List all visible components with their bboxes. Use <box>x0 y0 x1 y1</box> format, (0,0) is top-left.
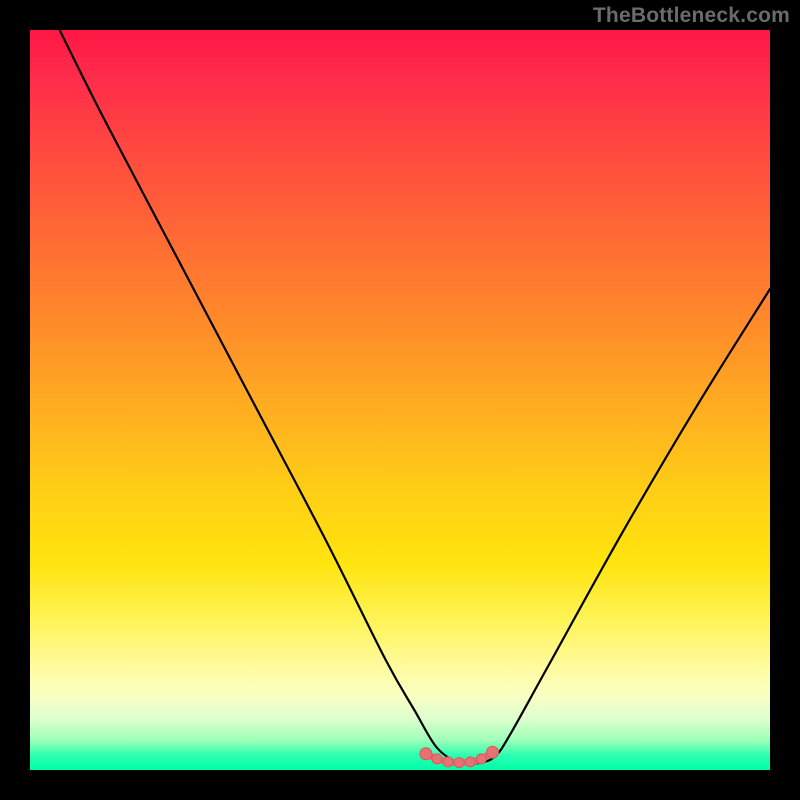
marker-dot <box>465 757 475 767</box>
marker-dot <box>432 754 442 764</box>
marker-dot <box>420 748 432 760</box>
marker-dot <box>443 757 453 767</box>
flat-bottom-markers <box>420 746 499 767</box>
marker-dot <box>454 758 464 768</box>
marker-dot <box>487 746 499 758</box>
chart-svg <box>30 30 770 770</box>
watermark-text: TheBottleneck.com <box>593 4 790 28</box>
chart-frame: TheBottleneck.com <box>0 0 800 800</box>
bottleneck-curve <box>60 30 770 764</box>
plot-area <box>30 30 770 770</box>
marker-dot <box>476 754 486 764</box>
